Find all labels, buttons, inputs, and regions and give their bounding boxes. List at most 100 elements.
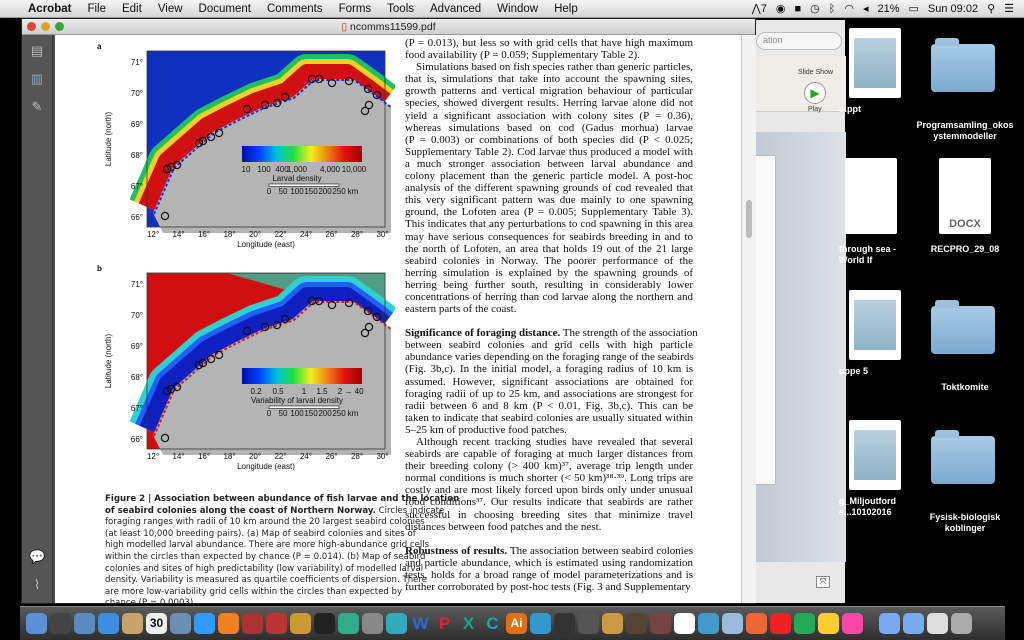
dock-safari-icon[interactable] [98, 613, 119, 634]
desktop-icon-folder[interactable]: Toktkomite [915, 290, 1015, 410]
menu-view[interactable]: View [158, 3, 183, 15]
dock-textedit-icon[interactable] [722, 613, 743, 634]
text-line: that is, simulations that take into acco… [405, 73, 693, 86]
desktop-icon-ppt[interactable]: o.ppt [839, 28, 905, 148]
menu-help[interactable]: Help [554, 3, 578, 15]
dock-maps-icon[interactable] [698, 613, 719, 634]
dock-illustrator-icon[interactable]: Ai [506, 613, 527, 634]
dock-dashboard-icon[interactable] [50, 613, 71, 634]
pages-icon[interactable]: ▤ [29, 43, 45, 59]
dock-iphoto-icon[interactable] [170, 613, 191, 634]
bookmarks-icon[interactable]: ▥ [29, 71, 45, 87]
menu-window[interactable]: Window [497, 3, 538, 15]
notification-icon[interactable]: ☰ [1004, 2, 1014, 15]
signatures-icon[interactable]: ✎ [29, 99, 45, 115]
latitude-tick: 66° [131, 213, 143, 222]
menu-tools[interactable]: Tools [387, 3, 414, 15]
dock-preview-2-icon[interactable] [578, 613, 599, 634]
latitude-tick: 66° [131, 435, 143, 444]
menu-document[interactable]: Document [199, 3, 251, 15]
colorbar [242, 368, 362, 384]
colorbar-tick: 1,000 [287, 165, 308, 174]
ppt-search-field[interactable]: ation [756, 32, 842, 50]
dock-trash-icon[interactable] [951, 613, 972, 634]
scale-tick: 200 [318, 187, 332, 196]
dock-lync-icon[interactable] [386, 613, 407, 634]
dock-photos-icon[interactable] [602, 613, 623, 634]
dock-powerpoint-icon[interactable]: P [434, 613, 455, 634]
dock-iphoto-2-icon[interactable] [554, 613, 575, 634]
dock-itunes-icon[interactable] [842, 613, 863, 634]
battery-status[interactable]: 21% [877, 3, 899, 15]
clock[interactable]: Sun 09:02 [928, 3, 978, 15]
menu-advanced[interactable]: Advanced [430, 3, 481, 15]
attachments-icon[interactable]: ⌇ [29, 577, 45, 593]
presentation-thumbnail-icon [849, 28, 901, 98]
longitude-tick: 28° [351, 452, 363, 461]
scrollbar-thumb[interactable] [746, 200, 752, 238]
dock-scribble-icon[interactable] [674, 613, 695, 634]
dock-citrix-icon[interactable]: C [482, 613, 503, 634]
longitude-tick: 20° [249, 230, 261, 239]
desktop-icon-folder[interactable]: Fysisk-biologisk koblinger [915, 420, 1015, 540]
comments-icon[interactable]: 💬 [29, 549, 45, 565]
dock-messages-icon[interactable] [194, 613, 215, 634]
dock-contacts-icon[interactable] [122, 613, 143, 634]
dock-photo-booth-icon[interactable] [242, 613, 263, 634]
sync-icon[interactable]: ◉ [776, 2, 786, 15]
dock-matlab-icon[interactable] [746, 613, 767, 634]
dock-applications-icon[interactable] [879, 613, 900, 634]
desktop-icon-doc[interactable]: through sea - World If [839, 158, 905, 278]
dock-mail-stamp-icon[interactable] [626, 613, 647, 634]
dock-brushes-icon[interactable] [650, 613, 671, 634]
dock-word-icon[interactable]: W [410, 613, 431, 634]
bluetooth-icon[interactable]: ᛒ [829, 3, 836, 15]
menu-file[interactable]: File [87, 3, 106, 15]
play-button[interactable]: ▶ [804, 82, 826, 104]
dock-ibooks-icon[interactable] [218, 613, 239, 634]
desktop-icon-folder[interactable]: Programsamling_okos ystemmodeller [915, 28, 1015, 148]
text-line: eastern parts of the coast. [405, 303, 517, 316]
vertical-scrollbar[interactable] [741, 35, 756, 603]
menu-comments[interactable]: Comments [267, 3, 323, 15]
dock-time-machine-icon[interactable] [338, 613, 359, 634]
text-line: analysis of the different spawning groun… [405, 182, 693, 195]
menu-app[interactable]: Acrobat [28, 3, 71, 15]
dock-garageband-icon[interactable] [290, 613, 311, 634]
wifi-icon[interactable]: ◠ [844, 2, 854, 15]
acrobat-window: ▯ ncomms11599.pdf ▤ ▥ ✎ 💬 ⌇ a 10 100 400 1,0… [21, 18, 756, 604]
dock-calendar-icon[interactable]: 30 [146, 613, 167, 634]
app-icon[interactable]: ■ [794, 3, 801, 15]
scale-tick: 150 [304, 187, 318, 196]
adobe-status[interactable]: ⋀7 [752, 2, 767, 15]
dock-globe-icon[interactable] [530, 613, 551, 634]
desktop-icon-ppt[interactable]: uppe 5 [839, 290, 905, 410]
dock-system-preferences-icon[interactable] [362, 613, 383, 634]
dock-dictionary-icon[interactable] [266, 613, 287, 634]
dock-preview-icon[interactable] [74, 613, 95, 634]
dock-acrobat-icon[interactable] [770, 613, 791, 634]
spotlight-icon[interactable]: ⚲ [987, 2, 995, 15]
dock-excel-icon[interactable]: X [458, 613, 479, 634]
volume-icon[interactable]: ◂ [863, 2, 869, 15]
desktop-icon-ppt[interactable]: g_Miljoutford e...10102016 [839, 420, 905, 540]
fit-to-window-button[interactable]: ⤧ [816, 576, 830, 588]
dock-finder-icon[interactable] [26, 613, 47, 634]
dock-picasa-icon[interactable] [818, 613, 839, 634]
desktop-icon-label: Programsamling_okos ystemmodeller [916, 120, 1014, 141]
text-line: a much stronger association between larv… [405, 157, 693, 170]
text-line: radii between 6 and 8 km (P < 0.01, Fig.… [405, 399, 693, 412]
dock-downloads-icon[interactable] [927, 613, 948, 634]
text-line: seabirds are capable of foraging at much… [405, 448, 693, 461]
menu-edit[interactable]: Edit [122, 3, 142, 15]
colorbar-tick: 1 [302, 387, 307, 396]
time-machine-icon[interactable]: ◷ [810, 2, 820, 15]
dock-documents-icon[interactable] [903, 613, 924, 634]
menu-forms[interactable]: Forms [339, 3, 372, 15]
desktop-icon-docx[interactable]: DOCX RECPRO_29_08 [915, 158, 1015, 278]
dock-chrome-icon[interactable] [794, 613, 815, 634]
longitude-tick: 24° [300, 452, 312, 461]
dock-terminal-icon[interactable] [314, 613, 335, 634]
text-line: yield a significant association with col… [405, 109, 693, 122]
desktop-icon-label: Fysisk-biologisk koblinger [929, 512, 1001, 533]
